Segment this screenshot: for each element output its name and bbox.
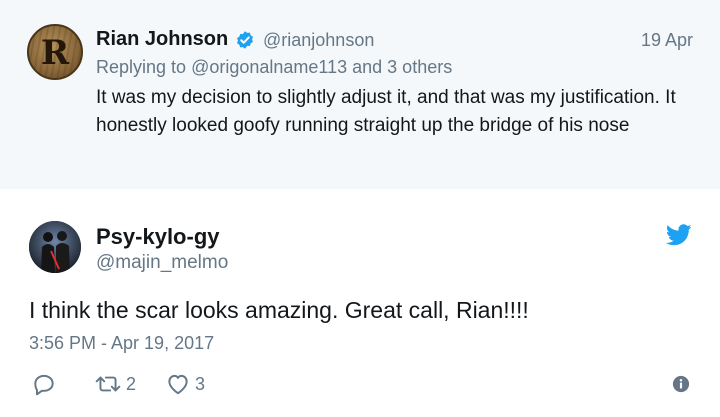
tweet-text: I think the scar looks amazing. Great ca… <box>29 297 529 323</box>
like-count: 3 <box>195 373 206 394</box>
twitter-bird-icon[interactable] <box>666 224 692 246</box>
retweet-button[interactable]: 2 <box>94 370 136 398</box>
replying-to-line: Replying to @origonalname113 and 3 other… <box>96 57 452 78</box>
tweet-actions: 2 3 <box>0 370 720 400</box>
heart-icon <box>168 374 188 395</box>
avatar-image <box>29 221 81 273</box>
retweet-icon <box>95 376 121 392</box>
avatar[interactable] <box>29 221 81 273</box>
info-icon[interactable] <box>672 375 690 393</box>
reply-button[interactable] <box>31 370 57 398</box>
main-tweet: Psy-kylo-gy @majin_melmo I think the sca… <box>0 189 720 417</box>
tweet-date[interactable]: 19 Apr <box>641 30 693 51</box>
author-handle[interactable]: @rianjohnson <box>263 30 374 51</box>
tweet-timestamp[interactable]: 3:56 PM - Apr 19, 2017 <box>29 333 214 354</box>
author-name[interactable]: Psy-kylo-gy <box>96 224 220 250</box>
verified-badge-icon <box>237 31 253 49</box>
like-button[interactable]: 3 <box>165 370 205 398</box>
parent-tweet[interactable]: R Rian Johnson @rianjohnson 19 Apr Reply… <box>0 0 720 189</box>
retweet-count: 2 <box>126 373 137 394</box>
replying-user-link[interactable]: @origonalname113 <box>191 57 347 77</box>
avatar-letter: R <box>40 33 70 73</box>
speech-bubble-icon <box>34 374 54 396</box>
avatar[interactable]: R <box>27 24 83 80</box>
replying-others-link[interactable]: and 3 others <box>352 57 452 77</box>
parent-tweet-text: It was my decision to slightly adjust it… <box>96 87 676 136</box>
author-name[interactable]: Rian Johnson <box>96 28 228 51</box>
author-handle[interactable]: @majin_melmo <box>96 252 228 274</box>
replying-prefix: Replying to <box>96 57 187 77</box>
